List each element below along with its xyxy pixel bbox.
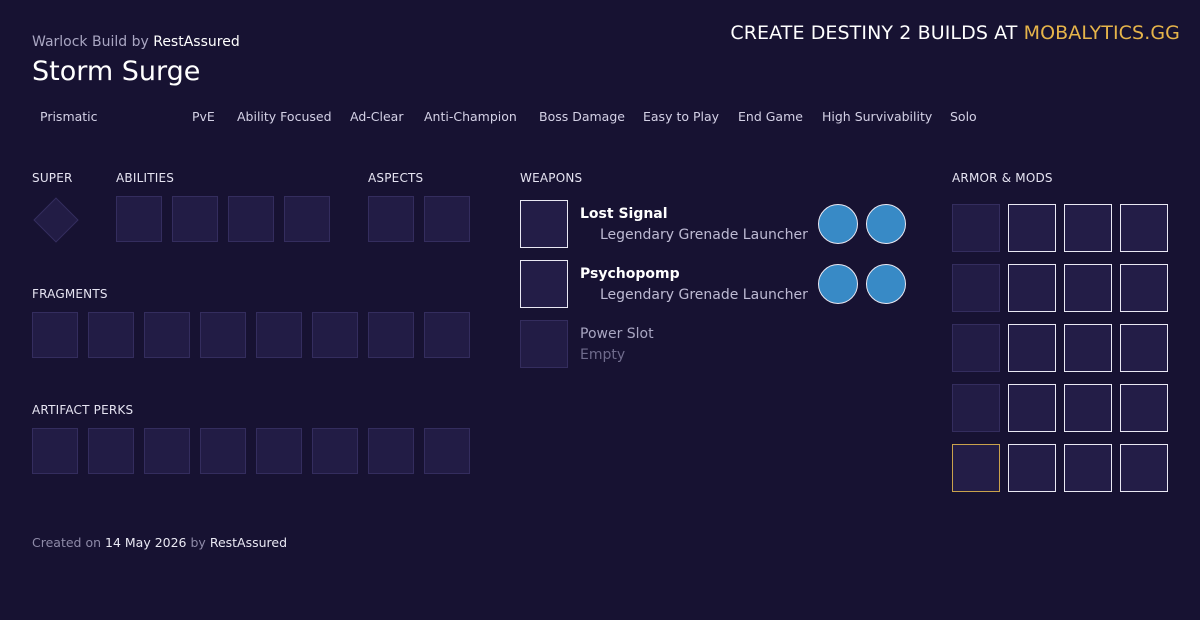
tag-high-survivability: High Survivability xyxy=(822,109,933,124)
footer-author[interactable]: RestAssured xyxy=(210,535,287,550)
armor-slot[interactable] xyxy=(952,384,1000,432)
tag-boss-damage: Boss Damage xyxy=(539,109,625,124)
mod-slot[interactable] xyxy=(1064,204,1112,252)
fragments-label: FRAGMENTS xyxy=(32,287,108,301)
weapon-name[interactable]: Psychopomp xyxy=(580,266,680,282)
mod-slot[interactable] xyxy=(1008,384,1056,432)
armor-slot[interactable] xyxy=(952,324,1000,372)
fragment-slot[interactable] xyxy=(312,312,358,358)
promo-brand: MOBALYTICS.GG xyxy=(1023,22,1180,44)
mod-slot[interactable] xyxy=(1120,324,1168,372)
tag-ad-clear: Ad-Clear xyxy=(350,109,404,124)
armor-mods-label: ARMOR & MODS xyxy=(952,171,1053,185)
mod-slot[interactable] xyxy=(1008,264,1056,312)
mod-slot[interactable] xyxy=(1120,444,1168,492)
armor-slot[interactable] xyxy=(952,204,1000,252)
artifact-perk-slot[interactable] xyxy=(312,428,358,474)
weapon-type: Legendary Grenade Launcher xyxy=(600,227,808,243)
mod-slot[interactable] xyxy=(1064,324,1112,372)
fragment-slot[interactable] xyxy=(32,312,78,358)
super-slot[interactable] xyxy=(33,197,79,243)
footer-credit: Created on 14 May 2026 by RestAssured xyxy=(32,535,287,550)
mod-slot[interactable] xyxy=(1120,204,1168,252)
created-label: Created on xyxy=(32,535,102,550)
fragment-slot[interactable] xyxy=(88,312,134,358)
mod-slot[interactable] xyxy=(1120,384,1168,432)
fragment-slot[interactable] xyxy=(144,312,190,358)
weapon-perk-icon[interactable] xyxy=(818,264,858,304)
tag-pve: PvE xyxy=(192,109,215,124)
fragment-slot[interactable] xyxy=(368,312,414,358)
by-label: by xyxy=(190,535,206,550)
artifact-perk-slot[interactable] xyxy=(144,428,190,474)
promo-text: CREATE DESTINY 2 BUILDS AT xyxy=(730,22,1018,44)
weapon-perk-icon[interactable] xyxy=(866,204,906,244)
artifact-perk-slot[interactable] xyxy=(32,428,78,474)
mod-slot[interactable] xyxy=(1008,444,1056,492)
abilities-label: ABILITIES xyxy=(116,171,175,185)
mod-slot[interactable] xyxy=(1120,264,1168,312)
weapons-label: WEAPONS xyxy=(520,171,583,185)
tag-solo: Solo xyxy=(950,109,977,124)
artifact-perk-slot[interactable] xyxy=(256,428,302,474)
artifact-perk-slot[interactable] xyxy=(368,428,414,474)
ability-slot[interactable] xyxy=(116,196,162,242)
tag-anti-champion: Anti-Champion xyxy=(424,109,517,124)
fragment-slot[interactable] xyxy=(256,312,302,358)
kinetic-weapon-icon[interactable] xyxy=(520,200,568,248)
power-slot-label: Power Slot xyxy=(580,326,654,342)
weapon-perk-icon[interactable] xyxy=(818,204,858,244)
tag-prismatic: Prismatic xyxy=(40,109,98,124)
mod-slot[interactable] xyxy=(1008,204,1056,252)
artifact-perk-slot[interactable] xyxy=(424,428,470,474)
ability-slot[interactable] xyxy=(172,196,218,242)
armor-slot[interactable] xyxy=(952,264,1000,312)
ability-slot[interactable] xyxy=(228,196,274,242)
tag-end-game: End Game xyxy=(738,109,803,124)
super-label: SUPER xyxy=(32,171,73,185)
fragment-slot[interactable] xyxy=(424,312,470,358)
artifact-perk-slot[interactable] xyxy=(88,428,134,474)
mod-slot[interactable] xyxy=(1008,324,1056,372)
power-slot-status: Empty xyxy=(580,347,626,363)
aspect-slot[interactable] xyxy=(424,196,470,242)
build-subtitle: Warlock Build by RestAssured xyxy=(32,34,240,50)
weapon-name[interactable]: Lost Signal xyxy=(580,206,668,222)
mod-slot[interactable] xyxy=(1064,444,1112,492)
power-weapon-slot[interactable] xyxy=(520,320,568,368)
tag-easy-to-play: Easy to Play xyxy=(643,109,720,124)
exotic-armor-slot[interactable] xyxy=(952,444,1000,492)
mod-slot[interactable] xyxy=(1064,264,1112,312)
fragment-slot[interactable] xyxy=(200,312,246,358)
artifact-perks-label: ARTIFACT PERKS xyxy=(32,403,134,417)
artifact-perk-slot[interactable] xyxy=(200,428,246,474)
ability-slot[interactable] xyxy=(284,196,330,242)
aspects-label: ASPECTS xyxy=(368,171,424,185)
mod-slot[interactable] xyxy=(1064,384,1112,432)
page-title: Storm Surge xyxy=(32,56,201,87)
aspect-slot[interactable] xyxy=(368,196,414,242)
weapon-type: Legendary Grenade Launcher xyxy=(600,287,808,303)
created-date: 14 May 2026 xyxy=(105,535,187,550)
promo-banner[interactable]: CREATE DESTINY 2 BUILDS AT MOBALYTICS.GG xyxy=(730,22,1180,44)
energy-weapon-icon[interactable] xyxy=(520,260,568,308)
weapon-perk-icon[interactable] xyxy=(866,264,906,304)
build-class-label: Warlock Build by xyxy=(32,34,149,50)
tag-ability-focused: Ability Focused xyxy=(237,109,332,124)
author-link[interactable]: RestAssured xyxy=(153,34,239,50)
